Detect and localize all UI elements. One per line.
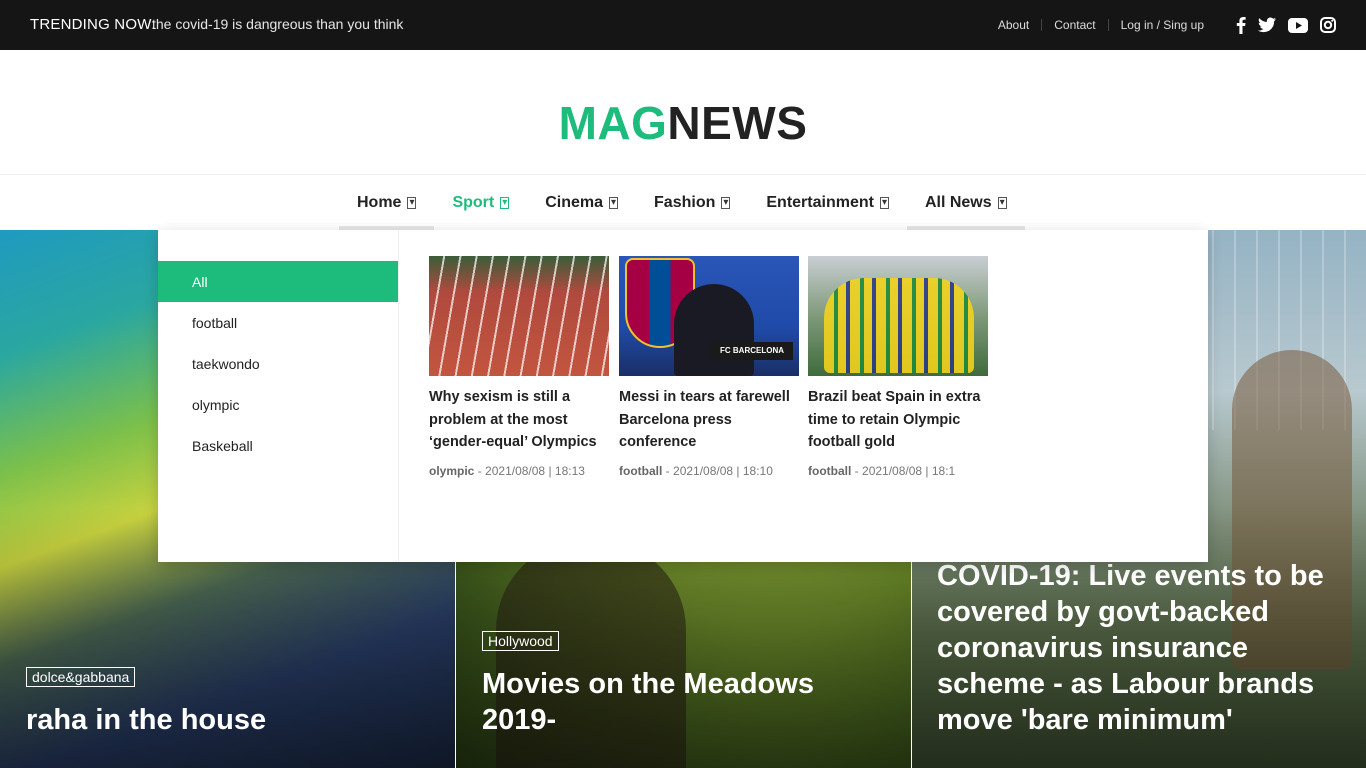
sport-mega-menu: All football taekwondo olympic Baskeball… bbox=[158, 230, 1208, 562]
chevron-down-icon: ▾ bbox=[997, 196, 1007, 209]
nav-item-all-news[interactable]: All News ▾ bbox=[906, 175, 1025, 230]
top-bar: TRENDING NOW: the covid-19 is dangreous … bbox=[0, 0, 1366, 50]
hero-title[interactable]: raha in the house bbox=[26, 702, 426, 738]
login-signup-link[interactable]: Log in / Sing up bbox=[1109, 18, 1216, 32]
top-links: About Contact Log in / Sing up bbox=[986, 18, 1216, 32]
category-olympic[interactable]: olympic bbox=[158, 384, 398, 425]
nav-label: Home bbox=[357, 193, 402, 211]
hero-title[interactable]: Movies on the Meadows 2019- bbox=[482, 666, 882, 738]
news-date: 2021/08/08 | 18:10 bbox=[673, 463, 773, 478]
contact-link[interactable]: Contact bbox=[1042, 18, 1107, 32]
site-logo[interactable]: MAGNEWS bbox=[0, 96, 1366, 150]
hero-tag[interactable]: Hollywood bbox=[482, 631, 559, 651]
nav-label: All News bbox=[924, 193, 992, 211]
nav-item-fashion[interactable]: Fashion ▾ bbox=[636, 175, 748, 230]
nav-label: Sport bbox=[452, 193, 495, 211]
news-thumbnail[interactable] bbox=[808, 256, 988, 376]
news-card[interactable]: Why sexism is still a problem at the mos… bbox=[429, 256, 609, 482]
chevron-down-icon: ▾ bbox=[721, 196, 731, 209]
news-date: 2021/08/08 | 18:13 bbox=[485, 463, 585, 478]
meta-separator: - bbox=[854, 463, 859, 478]
divider bbox=[398, 230, 399, 562]
youtube-icon[interactable] bbox=[1288, 17, 1308, 33]
nav-label: Entertainment bbox=[766, 193, 874, 211]
image-figure bbox=[674, 284, 754, 376]
chevron-down-icon: ▾ bbox=[500, 196, 510, 209]
main-nav: Home ▾ Sport ▾ Cinema ▾ Fashion ▾ Entert… bbox=[339, 175, 1025, 230]
logo-part-news: NEWS bbox=[667, 97, 808, 149]
image-team bbox=[824, 278, 974, 373]
news-meta: football - 2021/08/08 | 18:1 bbox=[808, 460, 988, 482]
nav-item-cinema[interactable]: Cinema ▾ bbox=[527, 175, 636, 230]
trending-label: TRENDING NOW: bbox=[30, 16, 156, 33]
category-taekwondo[interactable]: taekwondo bbox=[158, 343, 398, 384]
news-meta: football - 2021/08/08 | 18:10 bbox=[619, 460, 799, 482]
podium-sign: FC BARCELONA bbox=[711, 342, 793, 360]
category-list: All football taekwondo olympic Baskeball bbox=[158, 261, 398, 466]
news-card[interactable]: Brazil beat Spain in extra time to retai… bbox=[808, 256, 988, 482]
chevron-down-icon: ▾ bbox=[609, 196, 619, 209]
hero-tag[interactable]: dolce&gabbana bbox=[26, 667, 136, 687]
news-title[interactable]: Why sexism is still a problem at the mos… bbox=[429, 386, 609, 454]
news-date: 2021/08/08 | 18:1 bbox=[862, 463, 956, 478]
news-category[interactable]: football bbox=[619, 464, 662, 478]
news-thumbnail[interactable]: FC BARCELONA bbox=[619, 256, 799, 376]
track-lanes bbox=[429, 256, 609, 376]
news-thumbnail[interactable] bbox=[429, 256, 609, 376]
category-basketball[interactable]: Baskeball bbox=[158, 425, 398, 466]
nav-item-sport[interactable]: Sport ▾ bbox=[434, 175, 527, 230]
twitter-icon[interactable] bbox=[1258, 17, 1276, 33]
category-all[interactable]: All bbox=[158, 261, 398, 302]
news-category[interactable]: olympic bbox=[429, 464, 474, 478]
news-title[interactable]: Messi in tears at farewell Barcelona pre… bbox=[619, 386, 799, 454]
nav-item-entertainment[interactable]: Entertainment ▾ bbox=[748, 175, 907, 230]
trending-headline[interactable]: the covid-19 is dangreous than you think bbox=[152, 16, 403, 32]
chevron-down-icon: ▾ bbox=[407, 196, 417, 209]
chevron-down-icon: ▾ bbox=[879, 196, 889, 209]
instagram-icon[interactable] bbox=[1320, 17, 1336, 33]
category-football[interactable]: football bbox=[158, 302, 398, 343]
hero-title[interactable]: COVID-19: Live events to be covered by g… bbox=[937, 558, 1347, 738]
meta-separator: - bbox=[665, 463, 670, 478]
about-link[interactable]: About bbox=[986, 18, 1041, 32]
meta-separator: - bbox=[477, 463, 482, 478]
nav-item-home[interactable]: Home ▾ bbox=[339, 175, 435, 230]
nav-label: Cinema bbox=[545, 193, 604, 211]
news-meta: olympic - 2021/08/08 | 18:13 bbox=[429, 460, 609, 482]
news-card[interactable]: FC BARCELONA Messi in tears at farewell … bbox=[619, 256, 799, 482]
social-links bbox=[1236, 16, 1336, 34]
facebook-icon[interactable] bbox=[1236, 16, 1246, 34]
news-category[interactable]: football bbox=[808, 464, 851, 478]
nav-label: Fashion bbox=[654, 193, 716, 211]
news-title[interactable]: Brazil beat Spain in extra time to retai… bbox=[808, 386, 988, 454]
logo-part-mag: MAG bbox=[558, 97, 668, 149]
